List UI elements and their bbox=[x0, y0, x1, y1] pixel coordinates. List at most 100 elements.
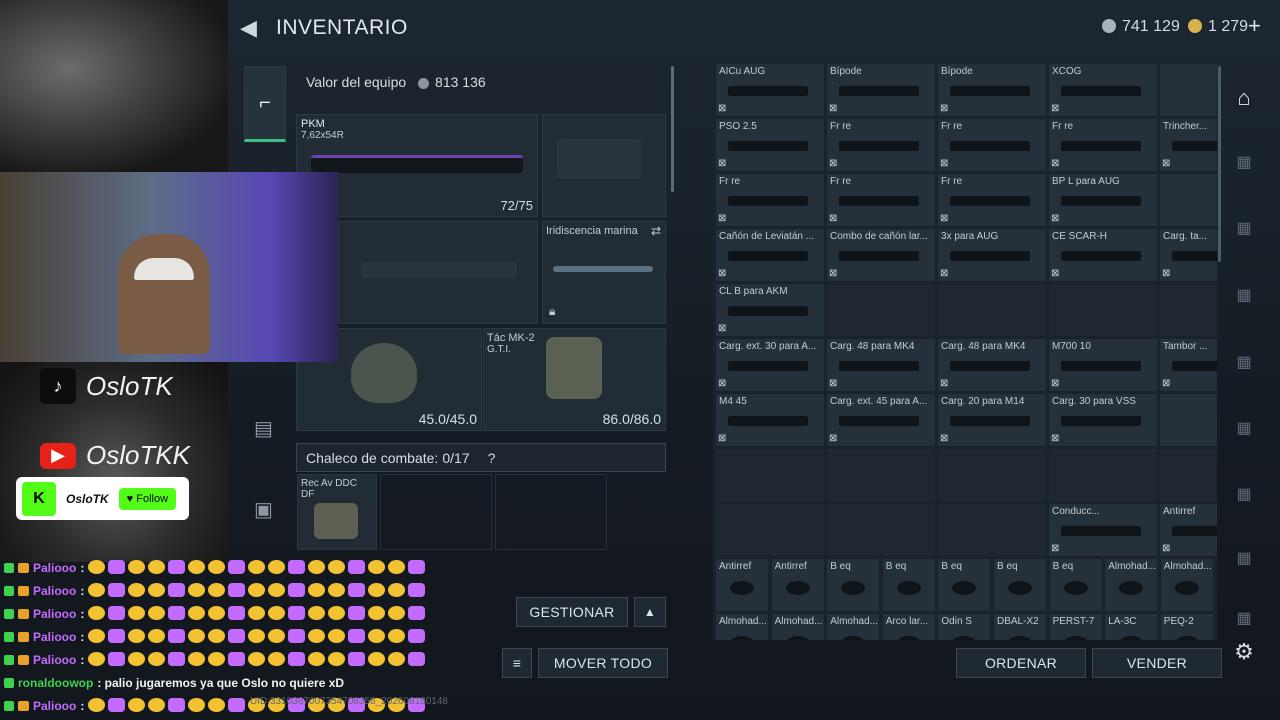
emote-icon bbox=[248, 651, 266, 666]
inventory-cell-small[interactable]: Arco lar... bbox=[881, 613, 936, 640]
melee-slot[interactable]: Iridiscencia marina ⇄ 🔒︎ bbox=[542, 221, 666, 324]
chat-message: Paliooo: bbox=[4, 649, 428, 671]
inventory-cell-small[interactable]: Antirref bbox=[715, 558, 769, 612]
inventory-cell[interactable]: Carg. 48 para MK4 ⊠ bbox=[937, 338, 1047, 392]
inventory-cell-small[interactable]: DBAL-X2 bbox=[993, 613, 1047, 640]
inventory-cell[interactable] bbox=[715, 448, 825, 502]
attachment-filter-icon[interactable]: ▦ bbox=[1220, 474, 1268, 514]
chevron-up-icon[interactable]: ▲ bbox=[634, 597, 666, 627]
inventory-cell[interactable]: CE SCAR-H ⊠ bbox=[1048, 228, 1158, 282]
swap-icon[interactable]: ⇄ bbox=[651, 224, 661, 238]
tab-weapons[interactable]: ⌐ bbox=[244, 66, 286, 142]
inventory-cell[interactable]: Carg. 30 para VSS ⊠ bbox=[1048, 393, 1158, 447]
inventory-cell-small[interactable]: Almohad... bbox=[826, 613, 881, 640]
inventory-cell[interactable] bbox=[826, 283, 936, 337]
emote-icon bbox=[368, 605, 386, 620]
inventory-cell[interactable]: CL B para AKM ⊠ bbox=[715, 283, 825, 337]
inventory-cell[interactable]: Carg. ext. 30 para A... ⊠ bbox=[715, 338, 825, 392]
combat-vest-bar[interactable]: Chaleco de combate: 0/17 ? bbox=[296, 443, 666, 472]
inventory-cell[interactable]: PSO 2.5 ⊠ bbox=[715, 118, 825, 172]
inventory-cell-small[interactable]: Almohad... bbox=[715, 613, 769, 640]
inventory-cell[interactable]: Fr re ⊠ bbox=[715, 173, 825, 227]
briefcase-icon[interactable]: ▣ bbox=[254, 497, 273, 522]
inventory-cell[interactable]: Tambor ... ⊠ bbox=[1159, 338, 1217, 392]
gestionar-button[interactable]: GESTIONAR bbox=[516, 597, 628, 627]
inventory-cell-small[interactable]: Almohad... bbox=[1159, 558, 1214, 612]
inventory-cell-small[interactable]: PEQ-2 bbox=[1159, 613, 1214, 640]
inventory-cell[interactable]: Antirref ⊠ bbox=[1159, 503, 1217, 557]
inventory-cell[interactable]: Bípode ⊠ bbox=[826, 63, 936, 117]
inventory-cell[interactable]: Fr re ⊠ bbox=[937, 118, 1047, 172]
inventory-cell[interactable] bbox=[1159, 448, 1217, 502]
inventory-cell[interactable] bbox=[1048, 448, 1158, 502]
secondary-weapon-slot[interactable] bbox=[338, 221, 538, 324]
inventory-cell[interactable]: M4 45 ⊠ bbox=[715, 393, 825, 447]
inventory-cell[interactable] bbox=[1159, 283, 1217, 337]
inventory-cell[interactable] bbox=[1159, 173, 1217, 227]
back-arrow-icon[interactable]: ◀ bbox=[240, 16, 264, 40]
inventory-cell[interactable]: Combo de cañón lar... ⊠ bbox=[826, 228, 936, 282]
help-icon[interactable]: ? bbox=[488, 450, 496, 466]
inventory-cell-small[interactable]: PERST-7 bbox=[1048, 613, 1103, 640]
inventory-cell-small[interactable]: B eq bbox=[826, 558, 881, 612]
inventory-cell[interactable]: 3x para AUG ⊠ bbox=[937, 228, 1047, 282]
armor-slot[interactable]: Tác MK-2 G.T.I. 86.0/86.0 bbox=[483, 328, 666, 431]
inventory-cell[interactable] bbox=[715, 503, 825, 557]
inventory-cell[interactable]: AICu AUG ⊠ bbox=[715, 63, 825, 117]
inventory-cell[interactable] bbox=[1159, 63, 1217, 117]
inventory-cell-small[interactable]: LA-3C bbox=[1104, 613, 1159, 640]
inventory-cell-small[interactable]: B eq bbox=[937, 558, 992, 612]
inventory-cell[interactable]: Carg. ext. 45 para A... ⊠ bbox=[826, 393, 936, 447]
inventory-cell[interactable]: Fr re ⊠ bbox=[826, 173, 936, 227]
inventory-cell[interactable]: M700 10 ⊠ bbox=[1048, 338, 1158, 392]
inventory-cell[interactable]: Carg. 20 para M14 ⊠ bbox=[937, 393, 1047, 447]
add-currency-button[interactable]: + bbox=[1248, 13, 1261, 39]
vest-empty-slot[interactable] bbox=[380, 474, 492, 550]
vest-filter-icon[interactable]: ▦ bbox=[1220, 208, 1268, 248]
inventory-cell[interactable]: Bípode ⊠ bbox=[937, 63, 1047, 117]
inventory-cell[interactable]: XCOG ⊠ bbox=[1048, 63, 1158, 117]
inventory-cell-small[interactable]: B eq bbox=[993, 558, 1047, 612]
inventory-cell[interactable]: Carg. ta... ⊠ bbox=[1159, 228, 1217, 282]
inventory-item-label: Cañón de Leviatán ... bbox=[719, 231, 815, 242]
inventory-cell-small[interactable]: Odin S bbox=[937, 613, 992, 640]
helmet-filter-icon[interactable]: ⌂ bbox=[1220, 78, 1268, 118]
ammo-filter-icon[interactable]: ▦ bbox=[1220, 342, 1268, 382]
sell-button[interactable]: VENDER bbox=[1092, 648, 1222, 678]
inventory-cell[interactable] bbox=[826, 503, 936, 557]
inventory-cell-small[interactable]: Antirref bbox=[770, 558, 825, 612]
inventory-cell-small[interactable]: B eq bbox=[881, 558, 936, 612]
inventory-cell[interactable]: Trincher... ⊠ bbox=[1159, 118, 1217, 172]
inventory-cell[interactable]: Conducc... ⊠ bbox=[1048, 503, 1158, 557]
misc-filter-icon[interactable]: ▦ bbox=[1220, 538, 1268, 578]
unequipped-icon: ⊠ bbox=[1051, 103, 1060, 114]
armor-filter-icon[interactable]: ▦ bbox=[1220, 142, 1268, 182]
inventory-cell[interactable]: BP L para AUG ⊠ bbox=[1048, 173, 1158, 227]
inventory-cell[interactable] bbox=[1048, 283, 1158, 337]
clipboard-icon[interactable]: ▤ bbox=[254, 416, 273, 441]
inventory-cell[interactable]: Cañón de Leviatán ... ⊠ bbox=[715, 228, 825, 282]
inventory-cell-small[interactable]: Almohad... bbox=[1104, 558, 1159, 612]
backpack-filter-icon[interactable]: ▦ bbox=[1220, 275, 1268, 315]
inventory-cell-small[interactable]: B eq bbox=[1048, 558, 1103, 612]
inventory-cell[interactable] bbox=[826, 448, 936, 502]
inventory-cell[interactable] bbox=[937, 448, 1047, 502]
inventory-cell[interactable]: Fr re ⊠ bbox=[826, 118, 936, 172]
vest-item-slot[interactable]: Rec Av DDC DF bbox=[297, 474, 377, 550]
medkit-filter-icon[interactable]: ▦ bbox=[1220, 408, 1268, 448]
inventory-cell[interactable] bbox=[937, 283, 1047, 337]
loadout-scrollbar[interactable] bbox=[671, 66, 674, 192]
kick-follow-button[interactable]: ♥ Follow bbox=[118, 487, 177, 510]
pistol-slot[interactable] bbox=[542, 114, 666, 217]
kick-badge-icon bbox=[4, 701, 14, 711]
inventory-cell[interactable]: Carg. 48 para MK4 ⊠ bbox=[826, 338, 936, 392]
inventory-cell[interactable]: Fr re ⊠ bbox=[937, 173, 1047, 227]
inventory-cell[interactable] bbox=[937, 503, 1047, 557]
inventory-cell[interactable] bbox=[1159, 393, 1217, 447]
settings-gear-icon[interactable]: ⚙ bbox=[1220, 632, 1268, 672]
inventory-cell[interactable]: Fr re ⊠ bbox=[1048, 118, 1158, 172]
inventory-cell-small[interactable]: Almohad... bbox=[770, 613, 825, 640]
sort-button[interactable]: ORDENAR bbox=[956, 648, 1086, 678]
move-all-button[interactable]: MOVER TODO bbox=[538, 648, 668, 678]
vest-empty-slot[interactable] bbox=[495, 474, 607, 550]
